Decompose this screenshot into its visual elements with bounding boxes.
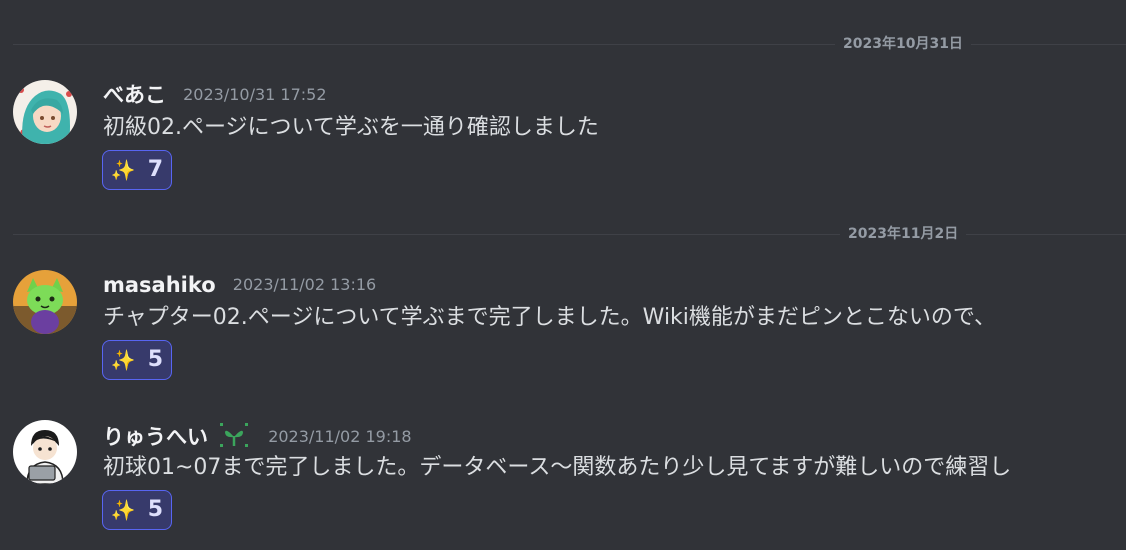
message-content: 初球01~07まで完了しました。データベース〜関数あたり少し見てますが難しいので…	[103, 455, 1012, 480]
message-header: べあこ 2023/10/31 17:52	[103, 80, 327, 110]
sparkles-icon: ✨	[110, 348, 136, 372]
message-content: 初級02.ページについて学ぶを一通り確認しました	[103, 115, 599, 140]
message-content: チャプター02.ページについて学ぶまで完了しました。Wiki機能がまだピンとこな…	[103, 305, 997, 330]
sparkles-icon: ✨	[110, 158, 136, 182]
date-divider: 2023年11月2日	[13, 224, 1126, 244]
message-item[interactable]: masahiko 2023/11/02 13:16 チャプター02.ページについ…	[0, 270, 1126, 390]
sparkles-icon: ✨	[110, 498, 136, 522]
message-item[interactable]: べあこ 2023/10/31 17:52 初級02.ページについて学ぶを一通り確…	[0, 80, 1126, 200]
avatar[interactable]	[13, 80, 77, 144]
reaction-count: 5	[147, 347, 164, 372]
message-header: masahiko 2023/11/02 13:16	[103, 270, 376, 300]
sprout-icon	[217, 420, 251, 454]
username[interactable]: りゅうへい	[103, 422, 208, 452]
divider-date: 2023年10月31日	[835, 34, 971, 54]
reaction-button[interactable]: ✨ 5	[102, 340, 172, 380]
timestamp[interactable]: 2023/11/02 19:18	[268, 422, 411, 452]
username[interactable]: べあこ	[103, 80, 166, 110]
message-header: りゅうへい 2023/11/02 19:18	[103, 420, 412, 450]
avatar[interactable]	[13, 270, 77, 334]
date-divider: 2023年10月31日	[13, 34, 1126, 54]
divider-date: 2023年11月2日	[840, 224, 967, 244]
chat-message-list: 2023年10月31日 べあこ 2023/10/31 17:52 初級02.ペー…	[0, 0, 1126, 550]
timestamp[interactable]: 2023/10/31 17:52	[183, 80, 326, 110]
avatar[interactable]	[13, 420, 77, 484]
reaction-button[interactable]: ✨ 5	[102, 490, 172, 530]
reaction-count: 7	[147, 157, 164, 182]
username[interactable]: masahiko	[103, 270, 216, 300]
reaction-button[interactable]: ✨ 7	[102, 150, 172, 190]
reaction-count: 5	[147, 497, 164, 522]
timestamp[interactable]: 2023/11/02 13:16	[233, 270, 376, 300]
message-item[interactable]: りゅうへい 2023/11/02 19:18 初球01~07まで完了しました。デ…	[0, 420, 1126, 540]
